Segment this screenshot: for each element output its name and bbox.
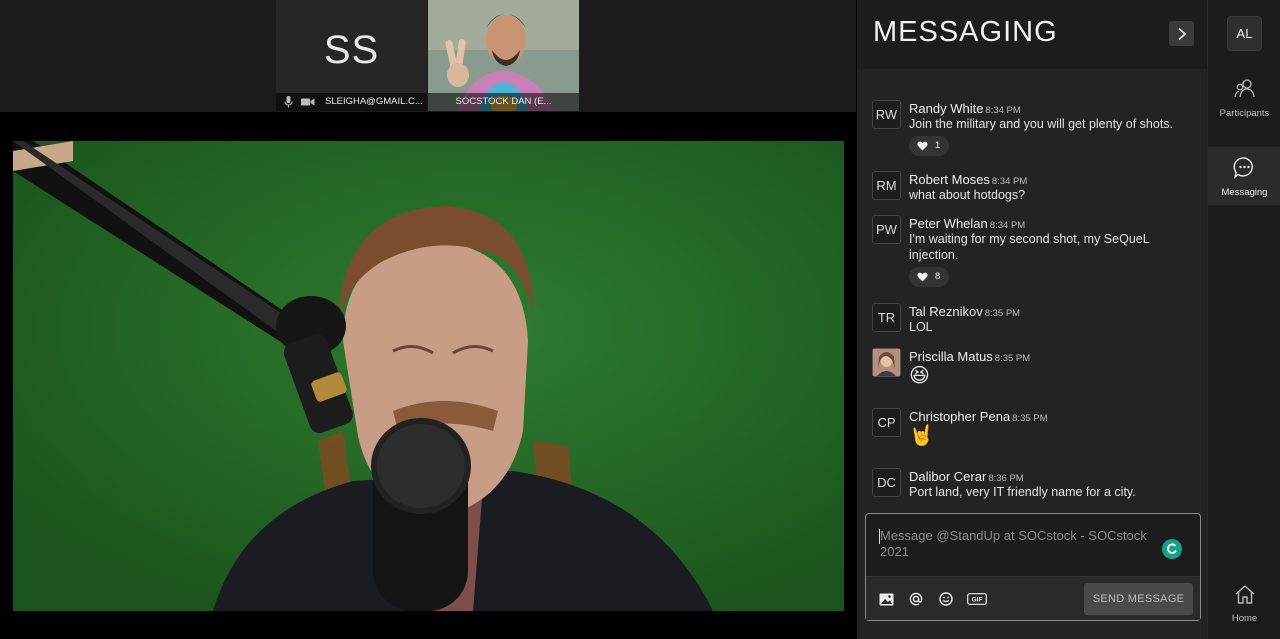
message-time: 8:35 PM [994, 353, 1031, 364]
chevron-right-icon [1177, 27, 1186, 40]
nav-item-home[interactable]: Home [1208, 584, 1280, 634]
message-text: Port land, very IT friendly name for a c… [909, 485, 1136, 499]
message-author[interactable]: Dalibor Cerar [909, 469, 986, 484]
message-item: Priscilla Matus 8:35 PM 😆 [872, 348, 1197, 392]
reaction-count: 8 [935, 271, 941, 282]
message-header: Priscilla Matus 8:35 PM [909, 348, 1030, 366]
mention-icon[interactable] [907, 590, 925, 608]
gif-label: GIF [972, 597, 983, 604]
messaging-title: MESSAGING [873, 16, 1058, 48]
messaging-header: MESSAGING [857, 0, 1208, 69]
reaction-badge[interactable]: 8 [909, 267, 950, 287]
message-time: 8:36 PM [988, 473, 1024, 484]
gif-icon[interactable]: GIF [966, 590, 988, 608]
reaction-count: 1 [935, 140, 941, 151]
message-time: 8:34 PM [991, 176, 1028, 187]
grammarly-icon[interactable] [1162, 539, 1182, 559]
message-author[interactable]: Priscilla Matus [909, 349, 993, 364]
author-avatar[interactable]: RW [872, 100, 901, 129]
nav-item-messaging[interactable]: Messaging [1208, 147, 1280, 205]
video-area: SS SLEIGHA@GMAIL.C... SOCSTOCK DAN (E... [0, 0, 856, 639]
message-item: PW Peter Whelan 8:34 PM I'm waiting for m… [872, 215, 1197, 291]
collapse-panel-button[interactable] [1169, 21, 1194, 46]
message-author[interactable]: Randy White [909, 101, 983, 116]
message-time: 8:35 PM [984, 308, 1021, 319]
participant-name: SOCSTOCK DAN (E... [428, 93, 579, 111]
participant-tile-strip: SS SLEIGHA@GMAIL.C... SOCSTOCK DAN (E... [0, 0, 856, 112]
message-text: I'm waiting for my second shot, my SeQue… [909, 232, 1150, 262]
message-text: what about hotdogs? [909, 188, 1026, 202]
speaker-video-feed [13, 141, 844, 611]
nav-label-messaging: Messaging [1221, 187, 1268, 198]
home-icon [1235, 585, 1254, 604]
author-avatar[interactable]: PW [872, 215, 901, 244]
participant-tile-sleigha[interactable]: SS SLEIGHA@GMAIL.C... [276, 0, 427, 111]
message-header: Christopher Pena 8:35 PM [909, 408, 1048, 426]
message-item: TR Tal Reznikov 8:35 PM LOL [872, 303, 1197, 337]
participant-name: SLEIGHA@GMAIL.C... [325, 96, 423, 107]
message-author[interactable]: Tal Reznikov [909, 304, 983, 319]
message-time: 8:34 PM [985, 105, 1021, 116]
author-avatar-photo[interactable] [872, 348, 901, 377]
author-avatar[interactable]: RM [872, 171, 901, 200]
nav-label-participants: Participants [1219, 108, 1270, 119]
message-author[interactable]: Christopher Pena [909, 409, 1010, 424]
message-author[interactable]: Robert Moses [909, 172, 990, 187]
reaction-badge[interactable]: 1 [909, 136, 950, 156]
camera-icon [301, 96, 315, 111]
nav-label-home: Home [1231, 613, 1258, 624]
heart-icon [917, 141, 928, 151]
participant-tile-socstock-dan[interactable]: SOCSTOCK DAN (E... [428, 0, 579, 111]
message-item: DC Dalibor Cerar 8:36 PM Port land, very … [872, 468, 1197, 502]
author-avatar[interactable]: DC [872, 468, 901, 497]
message-item: RM Robert Moses 8:34 PM what about hotdog… [872, 171, 1197, 205]
composer-toolbar: GIF SEND MESSAGE [866, 576, 1200, 620]
message-composer: Message @StandUp at SOCstock - SOCstock … [865, 513, 1201, 621]
message-emoji: 🤘 [909, 425, 934, 447]
message-text: Join the military and you will get plent… [909, 117, 1174, 131]
user-avatar[interactable]: AL [1227, 16, 1262, 51]
send-message-button[interactable]: SEND MESSAGE [1084, 583, 1193, 615]
image-upload-icon[interactable] [877, 590, 895, 608]
main-speaker-video [13, 141, 844, 611]
chat-icon [1233, 157, 1253, 179]
author-avatar[interactable]: CP [872, 408, 901, 437]
messaging-panel: MESSAGING RW Randy White 8:34 PM Join the… [856, 0, 1208, 639]
participant-label-bar: SLEIGHA@GMAIL.C... [276, 93, 427, 111]
message-item: RW Randy White 8:34 PM Join the military … [872, 100, 1197, 160]
message-item: CP Christopher Pena 8:35 PM 🤘 [872, 408, 1197, 452]
emoji-icon[interactable] [937, 590, 955, 608]
avatar-photo-image [873, 349, 900, 376]
message-text: LOL [909, 320, 933, 334]
nav-item-participants[interactable]: Participants [1208, 78, 1280, 138]
heart-icon [917, 272, 928, 282]
message-time: 8:34 PM [989, 220, 1026, 231]
message-list[interactable]: RW Randy White 8:34 PM Join the military … [857, 69, 1208, 509]
message-time: 8:35 PM [1012, 413, 1048, 424]
message-author[interactable]: Peter Whelan [909, 216, 988, 231]
microphone-icon [284, 96, 293, 111]
message-input[interactable]: Message @StandUp at SOCstock - SOCstock … [880, 528, 1150, 560]
participant-initials: SS [323, 28, 380, 72]
right-navigation: AL Participants Messaging Home [1207, 0, 1280, 639]
message-emoji: 😆 [909, 365, 930, 387]
author-avatar[interactable]: TR [872, 303, 901, 332]
participants-icon [1233, 79, 1255, 98]
